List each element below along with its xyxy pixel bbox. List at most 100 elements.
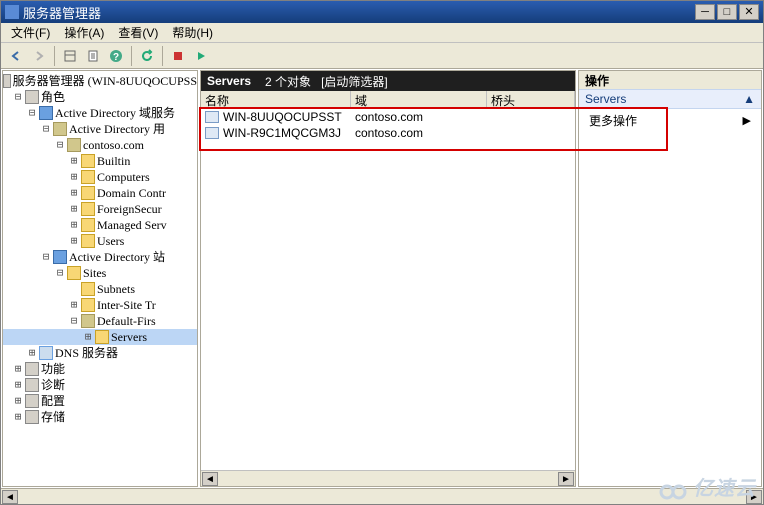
folder-icon: [81, 298, 95, 312]
folder-icon: [67, 266, 81, 280]
refresh-button[interactable]: [136, 45, 158, 67]
expand-icon[interactable]: ⊞: [11, 393, 25, 409]
expand-icon[interactable]: ⊞: [67, 217, 81, 233]
back-button[interactable]: [5, 45, 27, 67]
collapse-icon[interactable]: ⊟: [39, 121, 53, 137]
toolbar: ?: [1, 43, 763, 69]
expand-icon[interactable]: ⊞: [67, 297, 81, 313]
collapse-icon[interactable]: ⊟: [53, 137, 67, 153]
export-button[interactable]: [82, 45, 104, 67]
action-more[interactable]: 更多操作 ▶: [579, 109, 761, 132]
tree-dns-label: DNS 服务器: [55, 345, 118, 361]
tree-sites[interactable]: ⊟Sites: [3, 265, 197, 281]
tree-default-first-label: Default-Firs: [97, 313, 156, 329]
tree-roles-label: 角色: [41, 89, 65, 105]
tree-servers-selected[interactable]: ⊞Servers: [3, 329, 197, 345]
expand-icon[interactable]: ⊞: [81, 329, 95, 345]
folder-icon: [81, 154, 95, 168]
domain-icon: [67, 138, 81, 152]
tree-users[interactable]: ⊞Users: [3, 233, 197, 249]
expand-icon[interactable]: ⊞: [67, 201, 81, 217]
menubar: 文件(F) 操作(A) 查看(V) 帮助(H): [1, 23, 763, 43]
tree-foreign-label: ForeignSecur: [97, 201, 162, 217]
play-button[interactable]: [190, 45, 212, 67]
tree-dns[interactable]: ⊞ DNS 服务器: [3, 345, 197, 361]
tree-features-label: 功能: [41, 361, 65, 377]
server-icon: [205, 127, 219, 139]
menu-file[interactable]: 文件(F): [5, 22, 56, 43]
tree-ad-sites-label: Active Directory 站: [69, 249, 165, 265]
minimize-button[interactable]: ─: [695, 4, 715, 20]
site-icon: [81, 314, 95, 328]
tree-features[interactable]: ⊞ 功能: [3, 361, 197, 377]
storage-icon: [25, 410, 39, 424]
close-button[interactable]: ✕: [739, 4, 759, 20]
actions-pane: Servers ▲ 更多操作 ▶: [579, 89, 761, 486]
col-bridge[interactable]: 桥头: [487, 91, 575, 108]
expand-icon[interactable]: ⊞: [67, 169, 81, 185]
stop-button[interactable]: [167, 45, 189, 67]
menu-view[interactable]: 查看(V): [112, 22, 164, 43]
tree-computers[interactable]: ⊞Computers: [3, 169, 197, 185]
dns-icon: [39, 346, 53, 360]
menu-help[interactable]: 帮助(H): [166, 22, 219, 43]
tree-ad-domain[interactable]: ⊟ Active Directory 域服务: [3, 105, 197, 121]
expand-icon[interactable]: ⊞: [25, 345, 39, 361]
scroll-left-button[interactable]: ◄: [2, 490, 18, 504]
expand-icon[interactable]: ⊞: [67, 153, 81, 169]
chevron-up-icon[interactable]: ▲: [743, 92, 755, 106]
collapse-icon[interactable]: ⊟: [11, 89, 25, 105]
list-item[interactable]: WIN-8UUQOCUPSST contoso.com: [201, 109, 575, 125]
server-icon: [205, 111, 219, 123]
tree-subnets-label: Subnets: [97, 281, 135, 297]
scroll-left-button[interactable]: ◄: [202, 472, 218, 486]
collapse-icon[interactable]: ⊟: [25, 105, 39, 121]
tree-default-first[interactable]: ⊟ Default-Firs: [3, 313, 197, 329]
col-name[interactable]: 名称: [201, 91, 351, 108]
expand-icon[interactable]: ⊞: [11, 377, 25, 393]
collapse-icon[interactable]: ⊟: [39, 249, 53, 265]
maximize-button[interactable]: □: [717, 4, 737, 20]
folder-icon: [81, 234, 95, 248]
tree-ad-domain-label: Active Directory 域服务: [55, 105, 175, 121]
roles-icon: [25, 90, 39, 104]
tree-subnets[interactable]: Subnets: [3, 281, 197, 297]
h-scrollbar[interactable]: ◄ ►: [201, 470, 575, 486]
help-button[interactable]: ?: [105, 45, 127, 67]
window-frame: 服务器管理器 ─ □ ✕ 文件(F) 操作(A) 查看(V) 帮助(H) ? 服…: [0, 0, 764, 505]
grid-header: 名称 域 桥头: [201, 91, 575, 109]
collapse-icon[interactable]: ⊟: [67, 313, 81, 329]
collapse-icon[interactable]: ⊟: [53, 265, 67, 281]
tree-root-label: 服务器管理器 (WIN-8UUQOCUPSS: [13, 73, 197, 89]
tree-storage[interactable]: ⊞存储: [3, 409, 197, 425]
menu-action[interactable]: 操作(A): [58, 22, 110, 43]
tree-managed[interactable]: ⊞Managed Serv: [3, 217, 197, 233]
filter-toggle[interactable]: [启动筛选器]: [321, 73, 388, 90]
scroll-right-button[interactable]: ►: [558, 472, 574, 486]
grid-body: WIN-8UUQOCUPSST contoso.com WIN-R9C1MQCG…: [201, 109, 575, 470]
show-hide-button[interactable]: [59, 45, 81, 67]
forward-button[interactable]: [28, 45, 50, 67]
tree-root[interactable]: 服务器管理器 (WIN-8UUQOCUPSS: [3, 73, 197, 89]
col-domain[interactable]: 域: [351, 91, 487, 108]
tree-ad-users[interactable]: ⊟Active Directory 用: [3, 121, 197, 137]
tree-intersite[interactable]: ⊞Inter-Site Tr: [3, 297, 197, 313]
tree-ad-sites[interactable]: ⊟ Active Directory 站: [3, 249, 197, 265]
tree-diagnostics[interactable]: ⊞诊断: [3, 377, 197, 393]
tree-h-scrollbar[interactable]: ◄ ►: [1, 488, 763, 504]
expand-icon[interactable]: ⊞: [67, 185, 81, 201]
tree-config[interactable]: ⊞配置: [3, 393, 197, 409]
expand-icon[interactable]: ⊞: [67, 233, 81, 249]
list-item[interactable]: WIN-R9C1MQCGM3J contoso.com: [201, 125, 575, 141]
tree-foreign[interactable]: ⊞ ForeignSecur: [3, 201, 197, 217]
tree-roles[interactable]: ⊟ 角色: [3, 89, 197, 105]
tree-contoso[interactable]: ⊟contoso.com: [3, 137, 197, 153]
list-pane: Servers 2 个对象 [启动筛选器] 名称 域 桥头 WIN-8UUQOC…: [200, 70, 576, 487]
config-icon: [25, 394, 39, 408]
scroll-right-button[interactable]: ►: [746, 490, 762, 504]
folder-icon: [81, 186, 95, 200]
expand-icon[interactable]: ⊞: [11, 361, 25, 377]
tree-domain-contr[interactable]: ⊞Domain Contr: [3, 185, 197, 201]
tree-builtin[interactable]: ⊞Builtin: [3, 153, 197, 169]
expand-icon[interactable]: ⊞: [11, 409, 25, 425]
